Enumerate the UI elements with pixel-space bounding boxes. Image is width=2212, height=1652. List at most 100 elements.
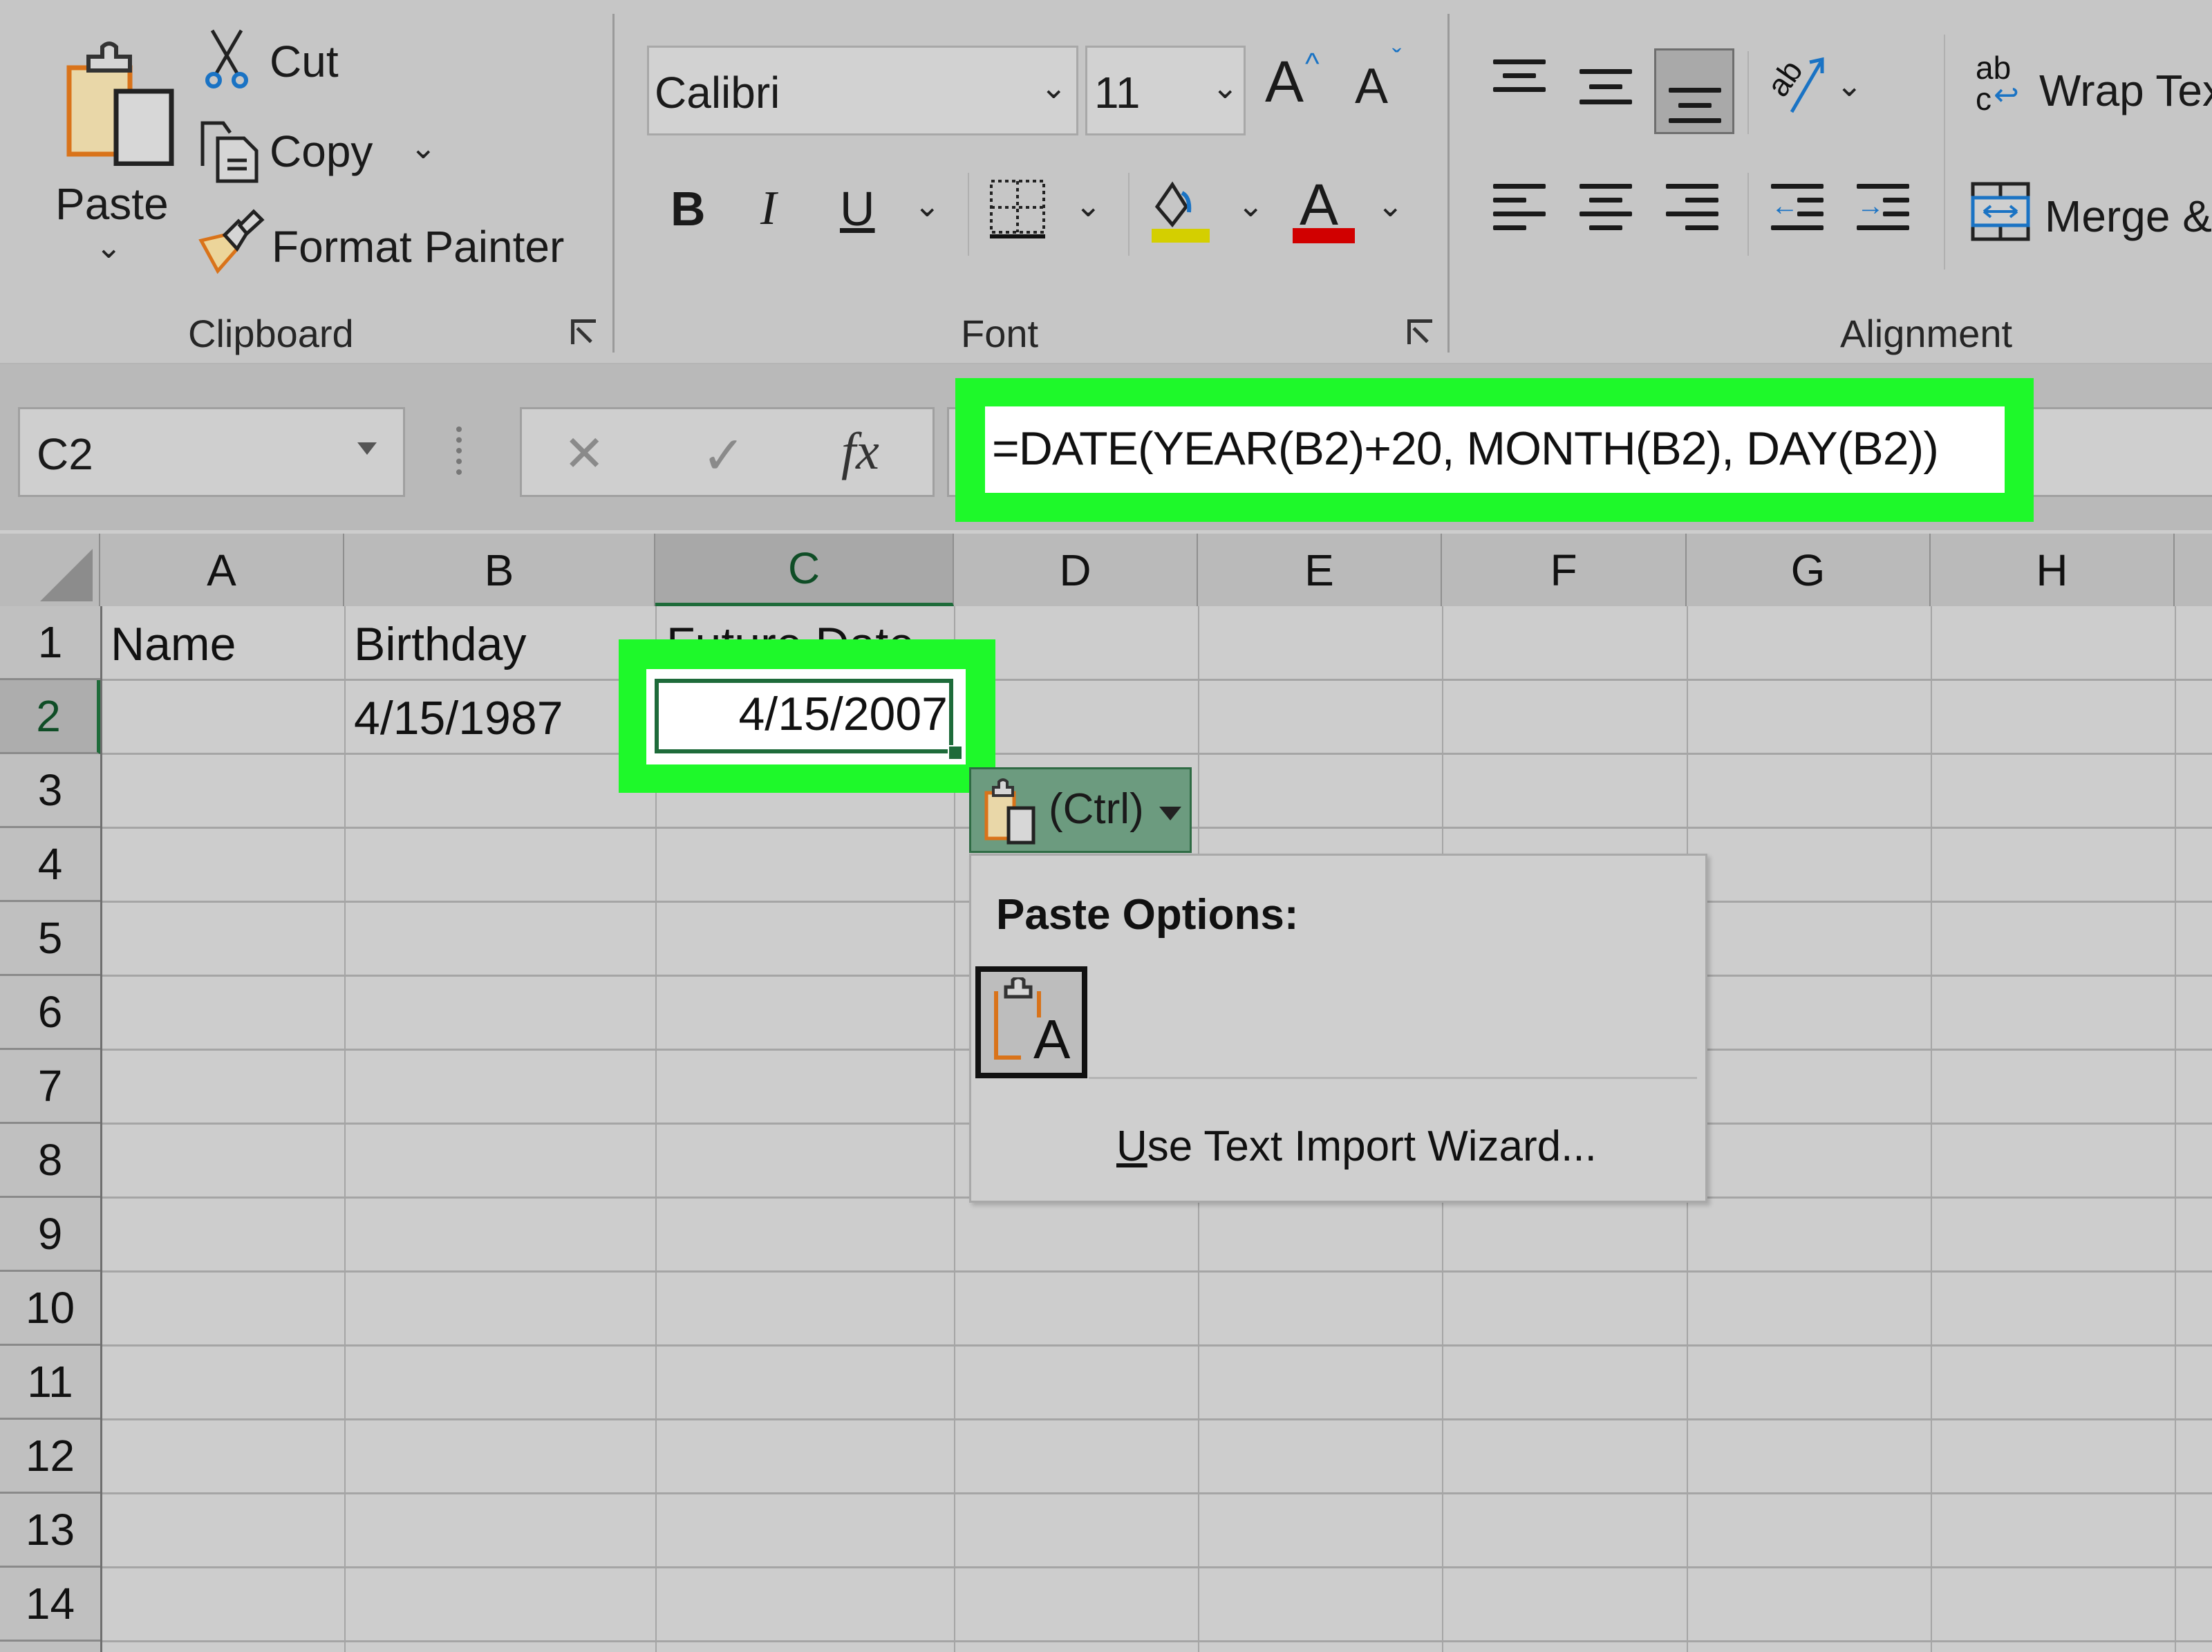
copy-dropdown-chevron-icon[interactable]: ⌄: [410, 129, 437, 166]
underline-dropdown-chevron-icon[interactable]: ⌄: [914, 187, 941, 224]
row-header-14[interactable]: 14: [0, 1568, 100, 1642]
ribbon: Paste ⌄ Cut Copy ⌄ Format Painter Clipbo…: [0, 0, 2212, 364]
name-box[interactable]: C2: [18, 407, 405, 497]
row-header-12[interactable]: 12: [0, 1420, 100, 1494]
format-painter-brush-icon: [198, 209, 265, 274]
select-all-triangle-icon: [40, 549, 93, 601]
copy-button[interactable]: Copy ⌄: [197, 116, 460, 185]
column-header-i[interactable]: [2175, 534, 2212, 606]
row-header-5[interactable]: 5: [0, 902, 100, 976]
bottom-align-button[interactable]: [1654, 48, 1734, 134]
merge-cells-icon: [1971, 182, 2030, 241]
clipboard-dialog-launcher-icon[interactable]: [571, 319, 596, 344]
column-header-h[interactable]: H: [1931, 534, 2175, 606]
font-divider: [1128, 173, 1130, 256]
font-size-chevron-icon: ⌄: [1212, 69, 1239, 105]
keep-text-only-a-glyph: A: [1033, 1008, 1071, 1070]
insert-function-button[interactable]: fx: [841, 422, 879, 482]
column-header-d[interactable]: D: [954, 534, 1198, 606]
font-color-swatch: [1293, 228, 1355, 243]
font-color-dropdown-chevron-icon[interactable]: ⌄: [1377, 187, 1404, 224]
font-name-dropdown[interactable]: Calibri ⌄: [647, 46, 1078, 135]
cell-b1[interactable]: Birthday: [354, 617, 526, 671]
fill-handle[interactable]: [948, 745, 963, 760]
row-header-10[interactable]: 10: [0, 1272, 100, 1346]
font-dialog-launcher-icon[interactable]: [1407, 319, 1432, 344]
row-header-7[interactable]: 7: [0, 1050, 100, 1124]
formula-buttons: ✕ ✓ fx: [520, 407, 935, 497]
row-headers: 1 2 3 4 5 6 7 8 9 10 11 12 13 14: [0, 606, 102, 1652]
middle-align-button[interactable]: [1580, 55, 1642, 118]
column-header-e[interactable]: E: [1198, 534, 1442, 606]
column-header-g[interactable]: G: [1687, 534, 1931, 606]
alignment-group-label: Alignment: [1840, 312, 2013, 355]
enter-formula-button[interactable]: ✓: [702, 424, 746, 486]
paste-button[interactable]: Paste ⌄: [41, 21, 187, 270]
row-gridline: [102, 1418, 2212, 1420]
select-all-button[interactable]: [0, 534, 100, 606]
align-left-button[interactable]: [1493, 181, 1555, 236]
paste-options-heading: Paste Options:: [996, 891, 1299, 939]
column-header-b[interactable]: B: [344, 534, 655, 606]
ctrl-dropdown-arrow-icon: [1159, 807, 1181, 820]
row-header-6[interactable]: 6: [0, 976, 100, 1050]
decrease-indent-button[interactable]: ←: [1771, 181, 1833, 236]
orientation-arrow-icon: [1790, 57, 1824, 113]
ribbon-divider: [1447, 14, 1450, 353]
row-header-11[interactable]: 11: [0, 1346, 100, 1420]
paste-label: Paste: [55, 179, 169, 229]
column-gridline: [2175, 606, 2176, 1652]
font-size-dropdown[interactable]: 11 ⌄: [1085, 46, 1246, 135]
name-box-dropdown-icon[interactable]: [357, 442, 377, 455]
row-header-3[interactable]: 3: [0, 754, 100, 828]
cut-button[interactable]: Cut: [197, 28, 363, 97]
row-header-2[interactable]: 2: [0, 680, 100, 754]
row-header-4[interactable]: 4: [0, 828, 100, 902]
row-header-13[interactable]: 13: [0, 1494, 100, 1568]
bold-button[interactable]: B: [671, 181, 706, 236]
formula-input[interactable]: =DATE(YEAR(B2)+20, MONTH(B2), DAY(B2)): [985, 406, 2005, 493]
cancel-formula-button[interactable]: ✕: [563, 424, 605, 482]
top-align-button[interactable]: [1493, 55, 1555, 111]
column-header-a[interactable]: A: [100, 534, 344, 606]
active-cell-c2[interactable]: 4/15/2007: [646, 669, 966, 764]
wizard-label: se Text Import Wizard...: [1147, 1123, 1597, 1170]
copy-label: Copy: [270, 126, 373, 176]
paste-dropdown-chevron-icon[interactable]: ⌄: [95, 228, 122, 265]
format-painter-label: Format Painter: [272, 222, 565, 272]
font-name-chevron-icon: ⌄: [1040, 69, 1067, 105]
column-header-f[interactable]: F: [1442, 534, 1687, 606]
orientation-button[interactable]: ab ⌄: [1760, 53, 1871, 122]
increase-indent-button[interactable]: →: [1857, 181, 1919, 236]
column-header-c[interactable]: C: [655, 534, 954, 606]
wizard-access-key: U: [1116, 1123, 1147, 1170]
keep-text-only-button[interactable]: A: [975, 966, 1087, 1078]
font-group-label: Font: [961, 312, 1039, 355]
cell-b2[interactable]: 4/15/1987: [354, 691, 563, 745]
formula-bar-grip-icon[interactable]: [456, 426, 462, 475]
fill-color-bucket-icon[interactable]: [1147, 176, 1213, 245]
underline-button[interactable]: U: [840, 181, 875, 236]
wrap-text-label: Wrap Tex: [2039, 66, 2212, 115]
format-painter-button[interactable]: Format Painter: [197, 207, 584, 276]
cell-a1[interactable]: Name: [111, 617, 236, 671]
fill-color-dropdown-chevron-icon[interactable]: ⌄: [1237, 187, 1264, 224]
use-text-import-wizard-item[interactable]: Use Text Import Wizard...: [1116, 1122, 1597, 1171]
row-header-1[interactable]: 1: [0, 606, 100, 680]
row-header-9[interactable]: 9: [0, 1198, 100, 1272]
borders-icon[interactable]: [988, 178, 1051, 241]
wrap-text-button[interactable]: ab c ↩ Wrap Tex: [1976, 52, 2212, 129]
increase-font-size-button[interactable]: A ^: [1265, 41, 1334, 124]
borders-dropdown-chevron-icon[interactable]: ⌄: [1075, 187, 1102, 224]
align-right-button[interactable]: [1666, 181, 1728, 236]
merge-center-button[interactable]: Merge &: [1970, 178, 2212, 254]
decrease-font-size-button[interactable]: A ˇ: [1355, 41, 1424, 124]
align-center-button[interactable]: [1580, 181, 1642, 236]
column-gridline: [344, 606, 346, 1652]
font-color-button[interactable]: A: [1293, 171, 1362, 249]
left-arrow-icon: ←: [1771, 191, 1799, 221]
italic-button[interactable]: I: [760, 181, 776, 236]
row-header-8[interactable]: 8: [0, 1124, 100, 1198]
cell-c2-value: 4/15/2007: [738, 688, 948, 740]
paste-options-ctrl-button[interactable]: (Ctrl): [969, 767, 1192, 853]
